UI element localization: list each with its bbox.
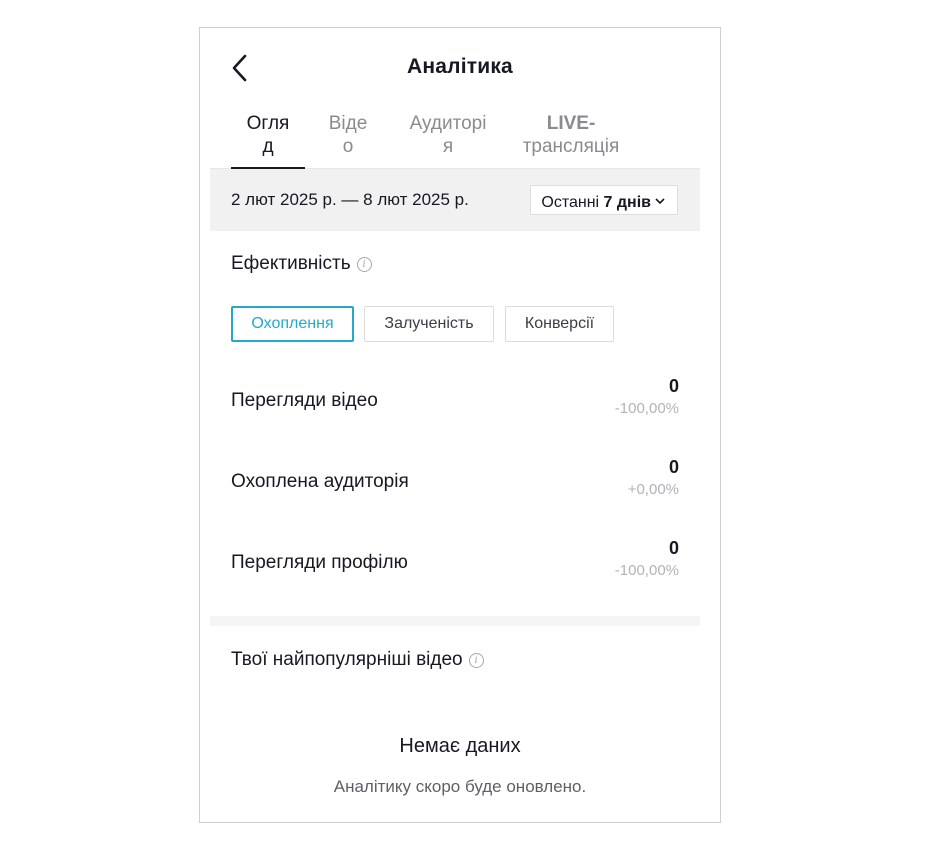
info-icon[interactable]: i [468, 653, 484, 668]
metric-row-video-views: Перегляди відео 0 -100,00% [231, 376, 679, 426]
period-value: 7 днів [603, 194, 651, 211]
chip-reach[interactable]: Охоплення [231, 306, 354, 342]
metric-label: Перегляди відео [231, 390, 378, 411]
section-divider [210, 616, 700, 626]
tab-live[interactable]: LIVE- трансляція [516, 112, 626, 158]
date-range: 2 лют 2025 р. — 8 лют 2025 р. [231, 190, 469, 209]
performance-section-title: Ефективність i [231, 253, 372, 275]
chevron-down-icon [655, 186, 665, 215]
header: Аналітика [200, 28, 720, 106]
page-title: Аналітика [407, 55, 513, 78]
analytics-screen: Аналітика Огля д Віде о Аудиторі я LIVE-… [199, 27, 721, 823]
metric-label: Охоплена аудиторія [231, 471, 409, 492]
tab-label-line2: д [262, 136, 274, 157]
metric-delta: -100,00% [614, 562, 679, 579]
tab-video[interactable]: Віде о [318, 112, 378, 158]
period-dropdown[interactable]: Останні 7 днів [530, 185, 678, 215]
empty-state-title: Немає даних [399, 735, 521, 757]
metric-value: 0 [668, 538, 679, 558]
date-filter-bar: 2 лют 2025 р. — 8 лют 2025 р. Останні 7 … [210, 169, 700, 231]
metric-value: 0 [668, 457, 679, 477]
tab-label-line2: я [442, 136, 454, 157]
tab-audience[interactable]: Аудиторі я [398, 112, 498, 158]
tab-bar: Огля д Віде о Аудиторі я LIVE- трансляці… [210, 106, 700, 170]
metric-value: 0 [668, 376, 679, 396]
metric-label: Перегляди профілю [231, 552, 408, 573]
info-icon[interactable]: i [356, 257, 372, 272]
period-prefix: Останні [541, 194, 604, 211]
metric-delta: -100,00% [614, 400, 679, 417]
tab-label-line1: Аудиторі [409, 113, 487, 134]
chip-conversions[interactable]: Конверсії [505, 306, 614, 342]
performance-title: Ефективність [231, 253, 351, 274]
tab-label-line1: LIVE- [546, 113, 596, 134]
tab-label-line1: Віде [328, 113, 368, 134]
tab-label-line2: трансляція [522, 136, 620, 157]
top-videos-section-title: Твої найпопулярніші відео i [231, 649, 484, 671]
metric-delta: +0,00% [627, 481, 679, 498]
empty-state-subtitle: Аналітику скоро буде оновлено. [333, 777, 587, 796]
metric-row-profile-views: Перегляди профілю 0 -100,00% [231, 538, 679, 588]
chip-engagement[interactable]: Залученість [364, 306, 494, 342]
top-videos-title: Твої найпопулярніші відео [231, 649, 463, 670]
tab-overview[interactable]: Огля д [231, 112, 305, 170]
metric-row-reached-audience: Охоплена аудиторія 0 +0,00% [231, 457, 679, 507]
tab-label-line1: Огля [246, 113, 290, 134]
tab-label-line2: о [342, 136, 354, 157]
